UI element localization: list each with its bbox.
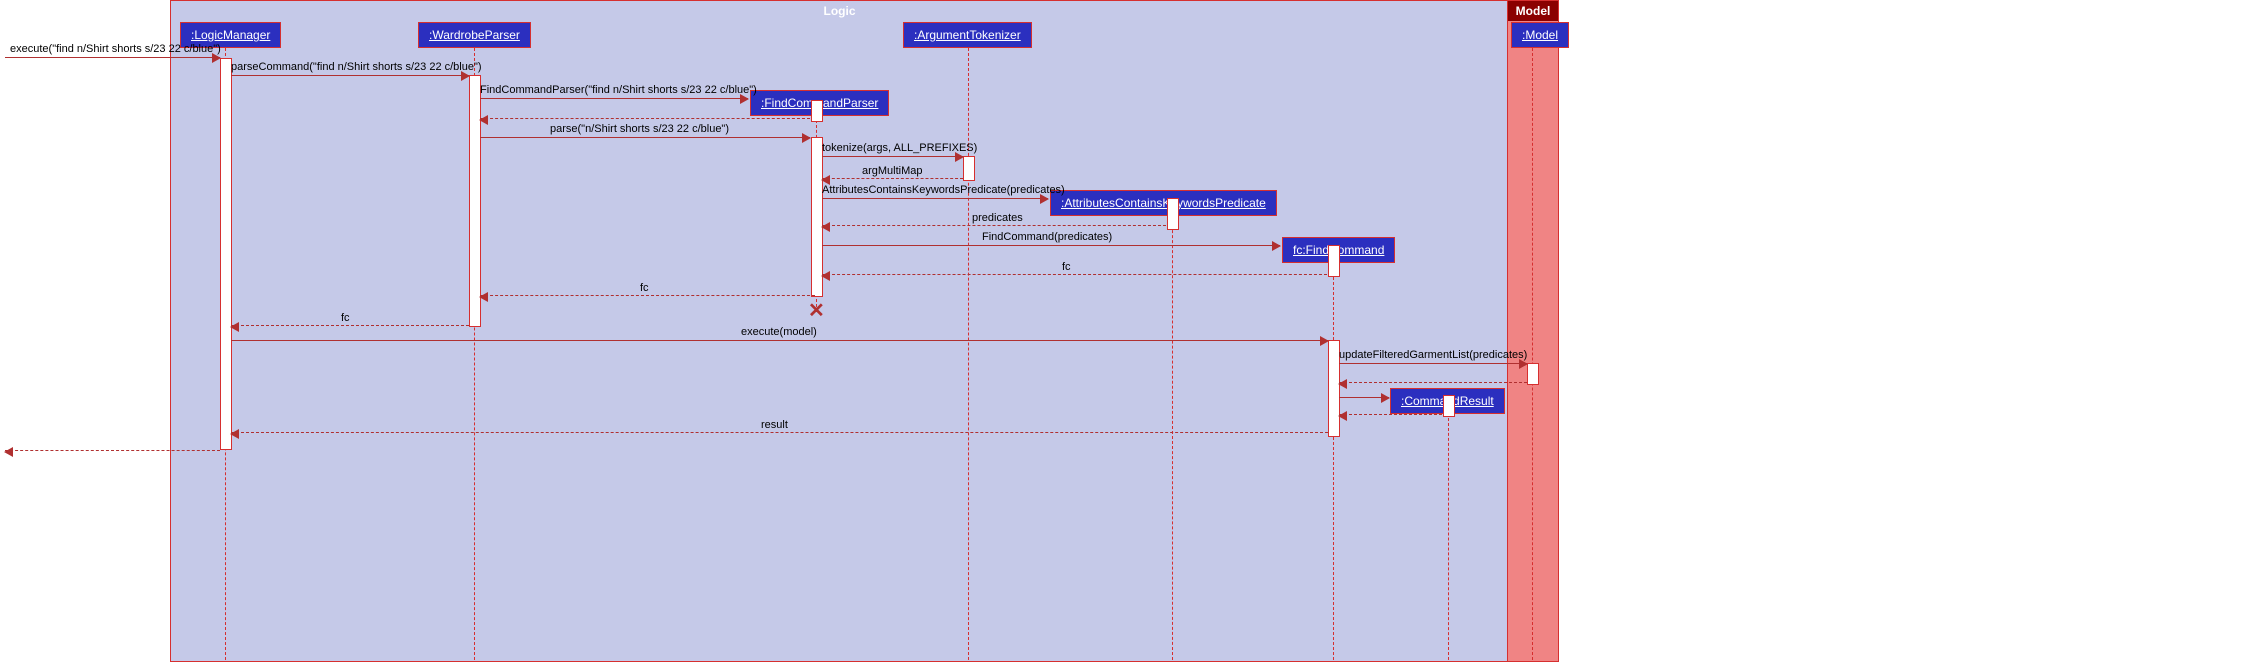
msg-execute: execute("find n/Shirt shorts s/23 22 c/b… — [5, 57, 220, 58]
obj-wardrobe-parser: :WardrobeParser — [418, 22, 531, 48]
msg-argmm: argMultiMap — [822, 178, 963, 180]
destroy-fcp: ✕ — [808, 298, 825, 323]
msg-parse: parse("n/Shirt shorts s/23 22 c/blue") — [480, 137, 810, 138]
obj-argument-tokenizer: :ArgumentTokenizer — [903, 22, 1032, 48]
obj-attr-predicate: :AttributesContainsKeywordsPredicate — [1050, 190, 1277, 216]
lifeline-at — [968, 48, 969, 660]
msg-update-ret — [1339, 382, 1527, 384]
msg-final-ret — [5, 450, 220, 452]
act-lm — [220, 58, 232, 450]
frame-title-logic: Logic — [814, 1, 866, 21]
msg-fc-ret3: fc — [231, 325, 469, 327]
msg-result: result — [231, 432, 1328, 434]
msg-update-list: updateFilteredGarmentList(predicates) — [1339, 363, 1527, 364]
msg-tokenize: tokenize(args, ALL_PREFIXES) — [822, 156, 963, 157]
frame-title-model: Model — [1508, 1, 1558, 21]
msg-fc-new: FindCommand(predicates) — [822, 245, 1280, 246]
msg-fcp-ret — [480, 118, 810, 120]
act-ackp — [1167, 198, 1179, 230]
msg-ackp-new: AttributesContainsKeywordsPredicate(pred… — [822, 198, 1048, 199]
msg-cr-ret — [1339, 414, 1442, 416]
act-model — [1527, 363, 1539, 385]
lifeline-cr — [1448, 413, 1449, 660]
msg-fc-ret2: fc — [480, 295, 815, 297]
act-cr — [1443, 395, 1455, 417]
lifeline-ackp — [1172, 215, 1173, 660]
msg-execute-model: execute(model) — [231, 340, 1328, 341]
msg-fcp-new: FindCommandParser("find n/Shirt shorts s… — [480, 98, 748, 99]
act-at — [963, 156, 975, 181]
act-fc1 — [1328, 245, 1340, 277]
frame-model: Model — [1507, 0, 1559, 662]
msg-cr-new — [1339, 397, 1389, 398]
act-fcp1 — [811, 100, 823, 122]
act-wp — [469, 75, 481, 327]
lifeline-fc — [1333, 262, 1334, 660]
msg-predicates: predicates — [822, 225, 1166, 227]
msg-fc-ret1: fc — [822, 274, 1327, 276]
lifeline-model — [1532, 48, 1533, 660]
obj-model: :Model — [1511, 22, 1569, 48]
msg-parse-command: parseCommand("find n/Shirt shorts s/23 2… — [231, 75, 469, 76]
